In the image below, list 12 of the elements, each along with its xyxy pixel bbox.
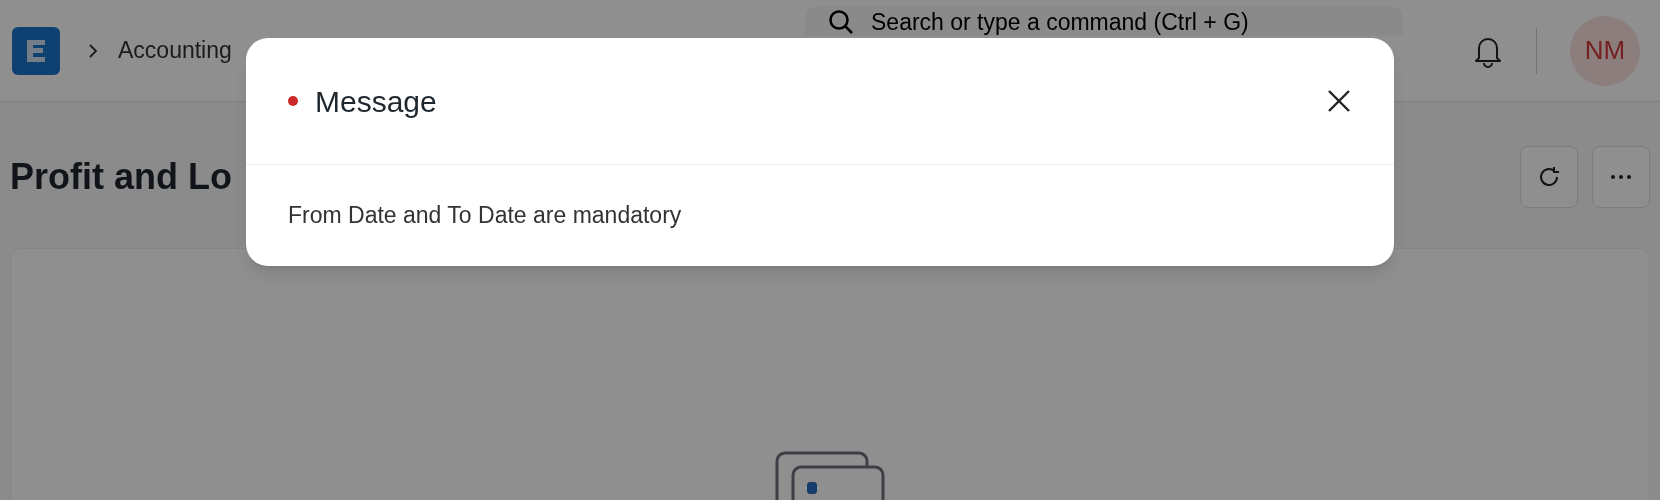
dialog-message: From Date and To Date are mandatory <box>288 201 683 230</box>
more-icon <box>1610 174 1632 180</box>
close-icon[interactable] <box>1326 88 1352 114</box>
search-field[interactable]: Search or type a command (Ctrl + G) <box>805 6 1403 36</box>
user-avatar[interactable]: NM <box>1570 15 1640 86</box>
chevron-right-icon <box>88 42 98 59</box>
search-icon <box>829 10 853 34</box>
dialog-title: Message <box>315 83 437 120</box>
refresh-button[interactable] <box>1520 146 1578 208</box>
logo-icon[interactable] <box>12 26 60 75</box>
page-title: Profit and Lo <box>10 155 232 199</box>
breadcrumb-link[interactable]: Accounting <box>118 33 232 68</box>
